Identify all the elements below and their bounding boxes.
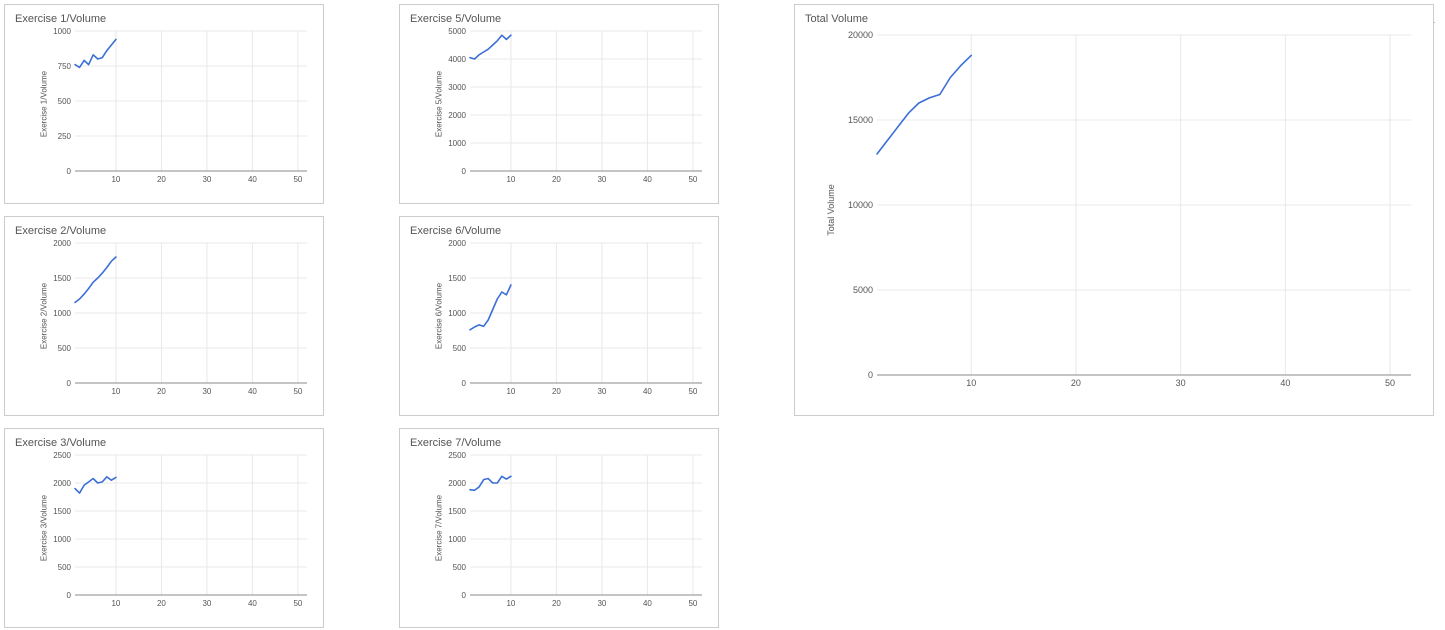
svg-text:0: 0 [462, 379, 467, 388]
y-axis-label: Total Volume [826, 184, 836, 236]
svg-text:30: 30 [202, 175, 211, 184]
svg-text:0: 0 [67, 167, 72, 176]
svg-text:0: 0 [67, 379, 72, 388]
dashboard-grid: Exercise 1/VolumeExercise 1/Volume025050… [4, 4, 1441, 628]
svg-text:50: 50 [293, 175, 302, 184]
svg-text:1500: 1500 [448, 274, 466, 283]
svg-text:0: 0 [462, 591, 467, 600]
svg-text:250: 250 [58, 132, 72, 141]
svg-text:30: 30 [597, 387, 606, 396]
svg-text:10: 10 [111, 175, 120, 184]
svg-text:40: 40 [248, 599, 257, 608]
svg-text:30: 30 [202, 599, 211, 608]
svg-text:500: 500 [58, 97, 72, 106]
svg-text:3000: 3000 [448, 83, 466, 92]
svg-text:10: 10 [111, 599, 120, 608]
chart-title: Total Volume [805, 13, 1423, 25]
svg-text:1000: 1000 [448, 139, 466, 148]
svg-text:50: 50 [293, 387, 302, 396]
svg-text:1500: 1500 [448, 507, 466, 516]
svg-text:1000: 1000 [53, 309, 71, 318]
svg-text:10000: 10000 [848, 200, 873, 210]
svg-text:50: 50 [688, 387, 697, 396]
svg-text:50: 50 [1385, 378, 1395, 388]
svg-text:20: 20 [157, 175, 166, 184]
panel-ex7: Exercise 7/VolumeExercise 7/Volume050010… [399, 428, 719, 628]
svg-text:1000: 1000 [53, 27, 71, 36]
chart-plot: 0 500 1000 1500 2000 10 20 30 40 50 [45, 239, 313, 397]
svg-text:40: 40 [248, 387, 257, 396]
svg-text:2000: 2000 [53, 239, 71, 248]
svg-text:500: 500 [58, 344, 72, 353]
svg-text:1000: 1000 [53, 535, 71, 544]
svg-text:1000: 1000 [448, 535, 466, 544]
chart-plot: 0 250 500 750 1000 10 20 30 40 50 [45, 27, 313, 185]
chart-plot: 0 5000 10000 15000 20000 10 20 30 40 50 [847, 31, 1417, 389]
svg-text:2500: 2500 [448, 451, 466, 460]
chart-title: Exercise 1/Volume [15, 13, 313, 25]
svg-text:30: 30 [597, 599, 606, 608]
panel-ex5: Exercise 5/VolumeExercise 5/Volume010002… [399, 4, 719, 204]
svg-text:2000: 2000 [448, 239, 466, 248]
svg-text:50: 50 [293, 599, 302, 608]
svg-text:1000: 1000 [448, 309, 466, 318]
svg-text:750: 750 [58, 62, 72, 71]
svg-text:0: 0 [67, 591, 72, 600]
svg-text:0: 0 [462, 167, 467, 176]
svg-text:15000: 15000 [848, 115, 873, 125]
panel-ex2: Exercise 2/VolumeExercise 2/Volume050010… [4, 216, 324, 416]
svg-text:10: 10 [966, 378, 976, 388]
panel-ex6: Exercise 6/VolumeExercise 6/Volume050010… [399, 216, 719, 416]
svg-text:2500: 2500 [53, 451, 71, 460]
panel-ex1: Exercise 1/VolumeExercise 1/Volume025050… [4, 4, 324, 204]
svg-text:1500: 1500 [53, 274, 71, 283]
svg-text:2000: 2000 [448, 111, 466, 120]
svg-text:500: 500 [58, 563, 72, 572]
svg-text:500: 500 [453, 563, 467, 572]
svg-text:50: 50 [688, 599, 697, 608]
svg-text:40: 40 [248, 175, 257, 184]
chart-plot: 0 1000 2000 3000 4000 5000 10 20 30 40 50 [440, 27, 708, 185]
chart-title: Exercise 6/Volume [410, 225, 708, 237]
svg-text:40: 40 [643, 175, 652, 184]
chart-title: Exercise 2/Volume [15, 225, 313, 237]
svg-text:5000: 5000 [853, 285, 873, 295]
chart-title: Exercise 5/Volume [410, 13, 708, 25]
svg-text:2000: 2000 [448, 479, 466, 488]
svg-text:20: 20 [552, 387, 561, 396]
svg-text:20: 20 [1071, 378, 1081, 388]
panel-total: Total Volume Total Volume 0 5000 10000 15000 2… [794, 4, 1434, 416]
svg-text:2000: 2000 [53, 479, 71, 488]
svg-text:1500: 1500 [53, 507, 71, 516]
svg-text:40: 40 [643, 387, 652, 396]
chart-plot: 0 500 1000 1500 2000 2500 10 20 30 40 50 [440, 451, 708, 609]
svg-text:10: 10 [506, 599, 515, 608]
svg-text:5000: 5000 [448, 27, 466, 36]
svg-text:40: 40 [643, 599, 652, 608]
svg-text:20: 20 [157, 387, 166, 396]
chart-title: Exercise 3/Volume [15, 437, 313, 449]
svg-text:10: 10 [506, 175, 515, 184]
chart-plot: 0 500 1000 1500 2000 10 20 30 40 50 [440, 239, 708, 397]
svg-text:500: 500 [453, 344, 467, 353]
panel-ex3: Exercise 3/VolumeExercise 3/Volume050010… [4, 428, 324, 628]
svg-text:30: 30 [202, 387, 211, 396]
svg-text:4000: 4000 [448, 55, 466, 64]
svg-text:20: 20 [552, 175, 561, 184]
svg-text:30: 30 [597, 175, 606, 184]
svg-text:40: 40 [1280, 378, 1290, 388]
chart-plot: 0 500 1000 1500 2000 2500 10 20 30 40 50 [45, 451, 313, 609]
svg-text:0: 0 [868, 370, 873, 380]
svg-text:30: 30 [1176, 378, 1186, 388]
chart-title: Exercise 7/Volume [410, 437, 708, 449]
svg-text:10: 10 [506, 387, 515, 396]
svg-text:10: 10 [111, 387, 120, 396]
svg-text:20000: 20000 [848, 31, 873, 40]
svg-text:20: 20 [552, 599, 561, 608]
svg-text:50: 50 [688, 175, 697, 184]
svg-text:20: 20 [157, 599, 166, 608]
